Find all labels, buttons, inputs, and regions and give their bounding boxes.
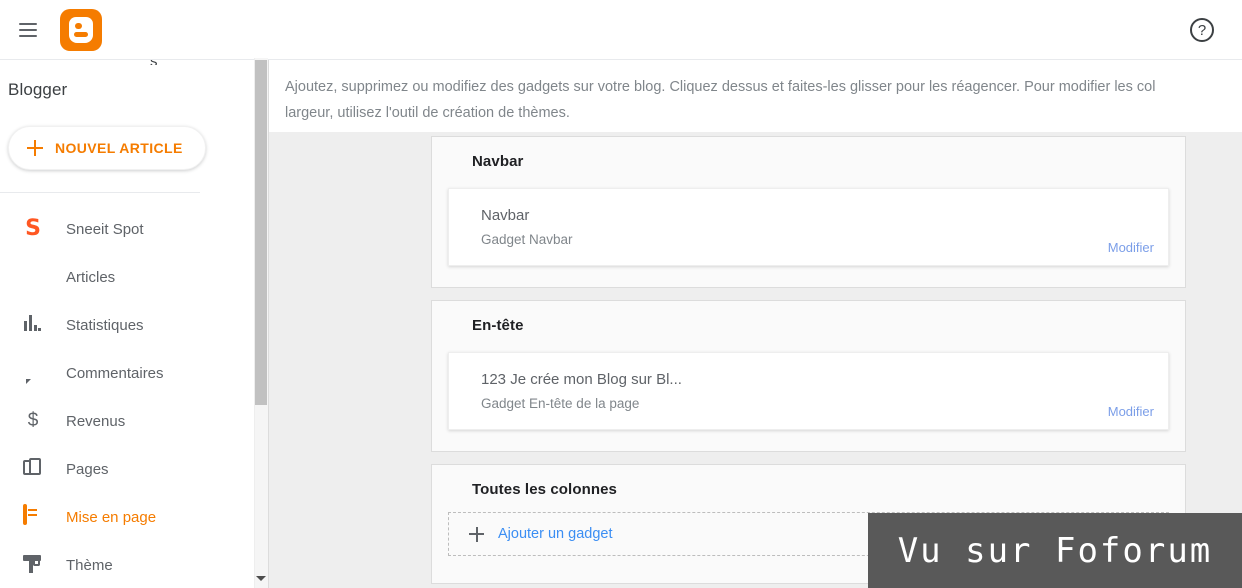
blogger-logo-icon[interactable] xyxy=(60,8,102,51)
layout-section-navbar: Navbar Navbar Gadget Navbar Modifier xyxy=(431,136,1186,288)
sidebar-item-label: Pages xyxy=(66,460,109,478)
theme-designer-link[interactable]: outil de création de thèmes xyxy=(392,105,566,121)
sidebar-item-mise-en-page[interactable]: Mise en page xyxy=(0,493,256,541)
intro-line-2: largeur, utilisez l'outil de création de… xyxy=(285,100,570,126)
blog-s-icon: S xyxy=(25,216,41,241)
pages-icon xyxy=(22,458,44,480)
hamburger-menu-icon[interactable] xyxy=(8,10,48,50)
gadget-item[interactable]: 123 Je crée mon Blog sur Bl... Gadget En… xyxy=(448,352,1169,430)
section-title: Toutes les colonnes xyxy=(472,481,617,498)
articles-icon xyxy=(22,266,44,288)
sidebar-item-theme[interactable]: Thème xyxy=(0,541,256,588)
sidebar-item-sneeit-spot[interactable]: S Sneeit Spot xyxy=(0,205,256,253)
sidebar-item-label: Thème xyxy=(66,556,113,574)
sidebar-item-revenus[interactable]: $ Revenus xyxy=(0,397,256,445)
gadget-title: Navbar xyxy=(481,207,530,224)
plus-icon xyxy=(27,140,43,156)
gadget-subtitle: Gadget Navbar xyxy=(481,232,573,247)
gadget-title: 123 Je crée mon Blog sur Bl... xyxy=(481,371,682,388)
brand-name: Blogger xyxy=(8,80,68,99)
theme-brush-icon xyxy=(22,554,44,576)
sidebar-nav-list: S Sneeit Spot Articles Statistiques Comm… xyxy=(0,205,256,588)
layout-icon xyxy=(22,504,44,528)
intro-line-1: Ajoutez, supprimez ou modifiez des gadge… xyxy=(285,79,1156,95)
main-intro-area: Ajoutez, supprimez ou modifiez des gadge… xyxy=(268,60,1242,132)
watermark-text: Vu sur Foforum xyxy=(897,530,1213,571)
intro-line-2-prefix: largeur, utilisez l' xyxy=(285,105,392,121)
new-post-label: NOUVEL ARTICLE xyxy=(55,140,183,156)
help-circle-icon[interactable]: ? xyxy=(1190,18,1214,42)
top-app-bar: ? xyxy=(0,0,1242,60)
gadget-edit-link[interactable]: Modifier xyxy=(1108,240,1154,255)
plus-icon xyxy=(469,526,484,542)
layout-section-header: En-tête 123 Je crée mon Blog sur Bl... G… xyxy=(431,300,1186,452)
sidebar-item-pages[interactable]: Pages xyxy=(0,445,256,493)
sidebar-item-label: Sneeit Spot xyxy=(66,220,144,238)
sidebar-scrollbar-thumb[interactable] xyxy=(255,60,267,405)
sidebar-item-label: Commentaires xyxy=(66,364,164,382)
stats-icon xyxy=(22,314,44,336)
sidebar-item-label: Articles xyxy=(66,268,116,286)
section-title: En-tête xyxy=(472,317,524,334)
scrollbar-down-arrow-icon[interactable] xyxy=(255,572,267,584)
sidebar-item-commentaires[interactable]: Commentaires xyxy=(0,349,256,397)
sidebar-item-label: Mise en page xyxy=(66,508,157,526)
left-sidebar: s Blogger NOUVEL ARTICLE S Sneeit Spot A… xyxy=(0,60,256,588)
gadget-item[interactable]: Navbar Gadget Navbar Modifier xyxy=(448,188,1169,266)
watermark-overlay: Vu sur Foforum xyxy=(868,513,1242,588)
comment-icon xyxy=(22,362,44,384)
sidebar-item-label: Statistiques xyxy=(66,316,144,334)
sidebar-item-label: Revenus xyxy=(66,412,126,430)
new-post-button[interactable]: NOUVEL ARTICLE xyxy=(8,126,206,170)
dollar-icon: $ xyxy=(27,410,39,431)
blogger-layout-page: ? s Blogger NOUVEL ARTICLE S Sneeit Spot… xyxy=(0,0,1242,588)
gadget-edit-link[interactable]: Modifier xyxy=(1108,404,1154,419)
sidebar-item-statistiques[interactable]: Statistiques xyxy=(0,301,256,349)
sidebar-item-articles[interactable]: Articles xyxy=(0,253,256,301)
add-gadget-label: Ajouter un gadget xyxy=(498,526,613,542)
gadget-subtitle: Gadget En-tête de la page xyxy=(481,396,640,411)
sidebar-clipped-text: s xyxy=(150,60,158,65)
intro-line-2-suffix: . xyxy=(565,105,570,121)
sidebar-divider xyxy=(0,192,200,193)
section-title: Navbar xyxy=(472,153,524,170)
